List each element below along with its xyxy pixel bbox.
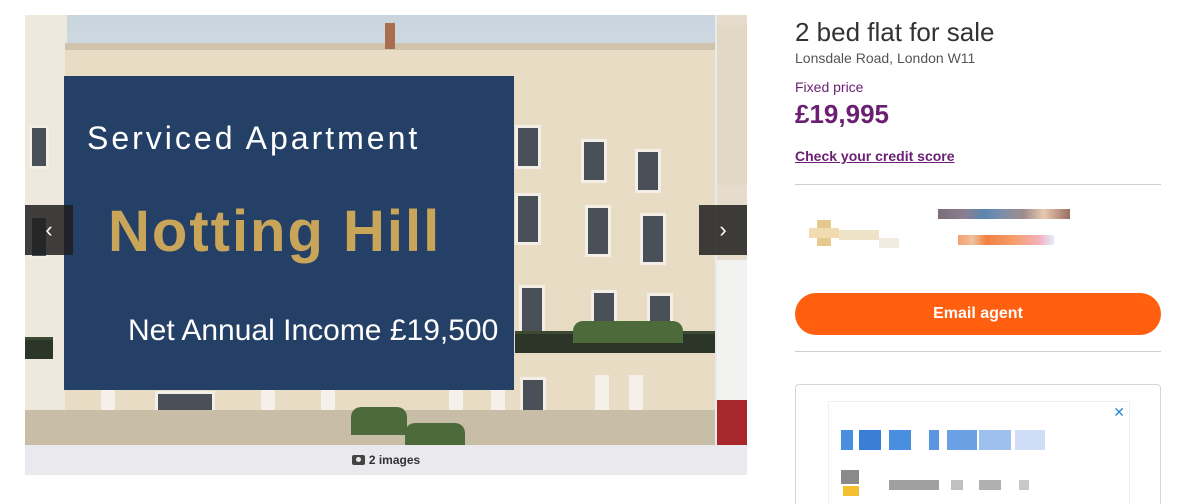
image-count-label: 2 images bbox=[368, 453, 421, 467]
advert-box[interactable]: ✕ bbox=[795, 384, 1161, 504]
promo-overlay: Serviced Apartment Notting Hill Net Annu… bbox=[64, 76, 514, 390]
window bbox=[635, 149, 661, 193]
window bbox=[585, 205, 611, 257]
check-credit-score-link[interactable]: Check your credit score bbox=[795, 148, 955, 164]
chevron-left-icon: ‹ bbox=[45, 217, 53, 242]
divider bbox=[795, 351, 1161, 352]
listing-price: £19,995 bbox=[795, 99, 889, 129]
overlay-location: Notting Hill bbox=[108, 199, 442, 264]
chevron-right-icon: › bbox=[719, 217, 727, 242]
balcony-railing bbox=[25, 337, 53, 359]
gallery-next-button[interactable]: › bbox=[699, 205, 747, 255]
window bbox=[581, 139, 607, 183]
advert-content[interactable]: ✕ bbox=[828, 401, 1130, 504]
window bbox=[515, 125, 541, 169]
overlay-title: Serviced Apartment bbox=[87, 120, 421, 156]
camera-icon bbox=[351, 455, 365, 465]
gallery-main-photo[interactable]: Serviced Apartment Notting Hill Net Annu… bbox=[25, 15, 715, 445]
gallery-prev-button[interactable]: ‹ bbox=[25, 205, 73, 255]
agent-details[interactable] bbox=[938, 209, 1078, 259]
email-agent-button[interactable]: Email agent bbox=[795, 293, 1161, 335]
window bbox=[640, 213, 666, 265]
listing-title: 2 bed flat for sale bbox=[795, 17, 995, 47]
listing-sidebar: 2 bed flat for sale Lonsdale Road, Londo… bbox=[795, 0, 1161, 504]
overlay-income: Net Annual Income £19,500 bbox=[128, 314, 499, 347]
close-icon[interactable]: ✕ bbox=[1113, 404, 1125, 421]
image-gallery[interactable]: Serviced Apartment Notting Hill Net Annu… bbox=[25, 15, 747, 475]
balcony-plants bbox=[573, 321, 683, 343]
hedge bbox=[351, 407, 407, 435]
divider bbox=[795, 184, 1161, 185]
window bbox=[29, 125, 49, 169]
window bbox=[515, 193, 541, 245]
chimney bbox=[385, 23, 395, 49]
image-count-bar[interactable]: 2 images bbox=[25, 445, 747, 475]
hedge bbox=[405, 423, 465, 445]
listing-address: Lonsdale Road, London W11 bbox=[795, 50, 976, 66]
price-qualifier: Fixed price bbox=[795, 79, 864, 95]
agent-logo[interactable] bbox=[809, 216, 901, 252]
